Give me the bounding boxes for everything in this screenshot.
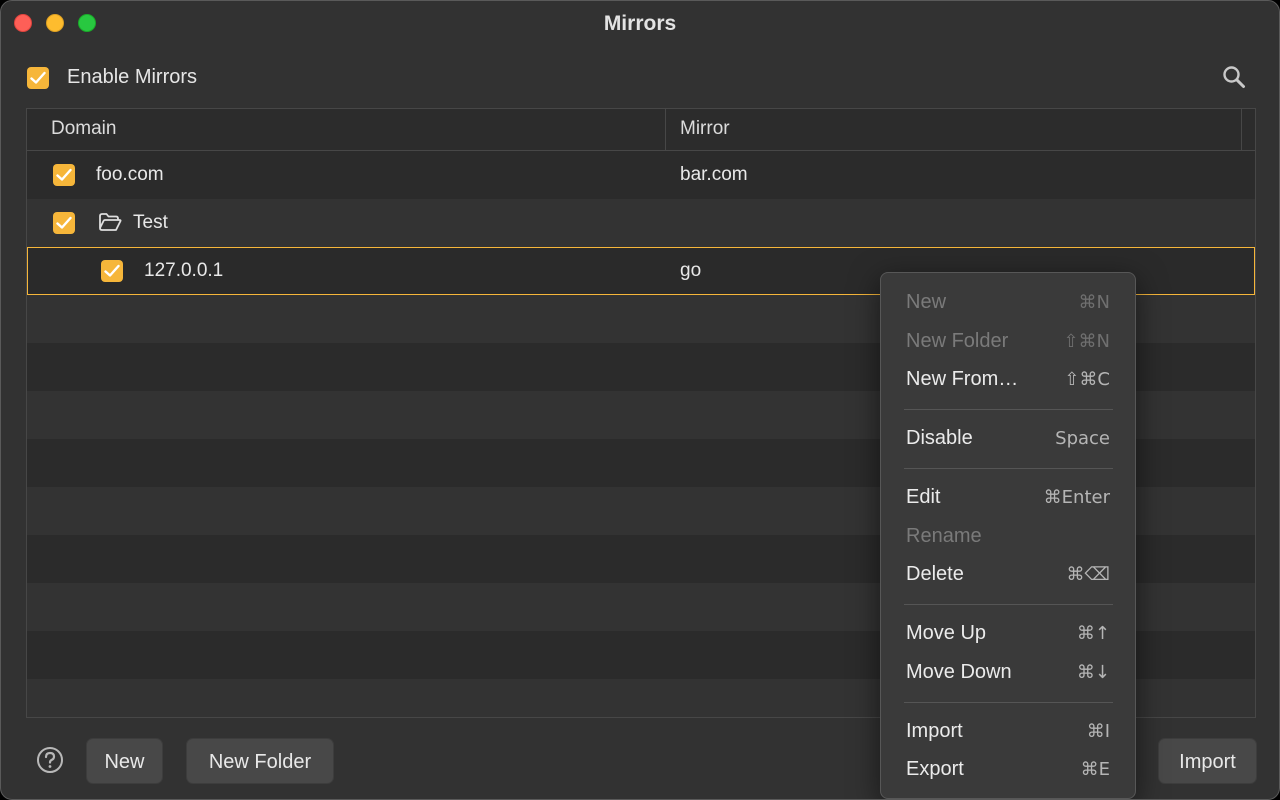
open-folder-icon: [98, 212, 122, 232]
menu-item-label: Edit: [906, 486, 941, 508]
menu-item-export[interactable]: Export ⌘E: [881, 753, 1135, 787]
question-mark-icon: [37, 747, 63, 773]
menu-item-label: Move Up: [906, 622, 987, 644]
search-icon: [1223, 66, 1245, 88]
column-header-domain[interactable]: Domain: [51, 118, 116, 140]
mirror-cell: go: [680, 260, 702, 281]
domain-cell: Test: [133, 212, 168, 233]
menu-item-label: Export: [906, 758, 964, 780]
menu-separator: [904, 702, 1113, 703]
title-bar: Mirrors: [1, 1, 1279, 47]
row-enabled-checkbox[interactable]: [101, 260, 123, 282]
menu-item-shortcut: ⌘↑: [1076, 623, 1110, 644]
menu-separator: [904, 468, 1113, 469]
table-row[interactable]: foo.com bar.com: [27, 151, 1255, 199]
menu-item-label: Delete: [906, 563, 964, 585]
menu-item-new-from[interactable]: New From… ⇧⌘C: [881, 363, 1135, 397]
search-button[interactable]: [1221, 64, 1247, 90]
menu-item-shortcut: ⌘N: [1078, 292, 1110, 313]
column-header-mirror[interactable]: Mirror: [680, 118, 730, 140]
menu-item-label: Move Down: [906, 661, 1012, 683]
menu-item-shortcut: ⌘I: [1086, 721, 1110, 742]
import-button[interactable]: Import: [1158, 738, 1257, 784]
menu-item-label: Rename: [906, 525, 982, 547]
menu-item-label: New From…: [906, 368, 1019, 390]
table-row-folder[interactable]: Test: [27, 199, 1255, 247]
menu-item-shortcut: ⌘⌫: [1066, 564, 1110, 585]
menu-item-shortcut: ⇧⌘N: [1063, 331, 1110, 352]
enable-mirrors-checkbox[interactable]: [27, 67, 49, 89]
menu-separator: [904, 409, 1113, 410]
menu-item-edit[interactable]: Edit ⌘Enter: [881, 481, 1135, 515]
menu-item-label: Import: [906, 720, 963, 742]
menu-item-disable[interactable]: Disable Space: [881, 422, 1135, 456]
menu-item-label: New Folder: [906, 330, 1009, 352]
menu-item-shortcut: Space: [1055, 428, 1110, 449]
menu-item-shortcut: ⌘E: [1080, 759, 1110, 780]
menu-item-delete[interactable]: Delete ⌘⌫: [881, 558, 1135, 592]
checkmark-icon: [30, 71, 46, 84]
menu-item-shortcut: ⌘↓: [1076, 662, 1110, 683]
mirrors-window: Mirrors Enable Mirrors Domain Mirror foo…: [0, 0, 1280, 800]
enable-mirrors-label: Enable Mirrors: [67, 66, 198, 88]
mirror-cell: bar.com: [680, 164, 748, 185]
row-enabled-checkbox[interactable]: [53, 164, 75, 186]
menu-item-shortcut: ⌘Enter: [1043, 487, 1110, 508]
table-header: Domain Mirror: [27, 109, 1255, 151]
checkmark-icon: [56, 168, 72, 181]
domain-cell: foo.com: [96, 164, 164, 185]
checkmark-icon: [104, 264, 120, 277]
menu-item-move-down[interactable]: Move Down ⌘↓: [881, 656, 1135, 690]
context-menu: New ⌘N New Folder ⇧⌘N New From… ⇧⌘C Disa…: [880, 272, 1136, 799]
window-title: Mirrors: [603, 12, 677, 35]
new-button[interactable]: New: [86, 738, 163, 784]
menu-item-label: New: [906, 291, 947, 313]
menu-item-new-folder[interactable]: New Folder ⇧⌘N: [881, 325, 1135, 359]
menu-item-shortcut: ⇧⌘C: [1064, 369, 1110, 390]
domain-cell: 127.0.0.1: [144, 260, 224, 281]
column-divider[interactable]: [665, 109, 666, 150]
row-enabled-checkbox[interactable]: [53, 212, 75, 234]
checkmark-icon: [56, 216, 72, 229]
menu-item-move-up[interactable]: Move Up ⌘↑: [881, 617, 1135, 651]
new-folder-button[interactable]: New Folder: [186, 738, 334, 784]
menu-item-new[interactable]: New ⌘N: [881, 286, 1135, 320]
menu-separator: [904, 604, 1113, 605]
menu-item-label: Disable: [906, 427, 973, 449]
menu-item-import[interactable]: Import ⌘I: [881, 715, 1135, 749]
column-divider[interactable]: [1241, 109, 1242, 150]
help-button[interactable]: [36, 746, 64, 774]
menu-item-rename[interactable]: Rename: [881, 520, 1135, 554]
